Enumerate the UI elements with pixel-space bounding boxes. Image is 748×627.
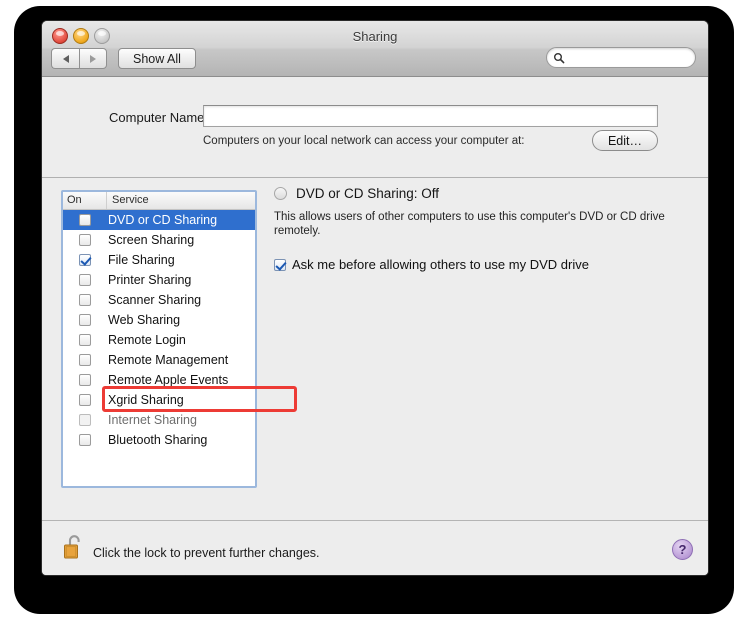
service-row[interactable]: Remote Login xyxy=(63,330,255,350)
service-checkbox-cell[interactable] xyxy=(63,254,107,266)
service-checkbox-cell[interactable] xyxy=(63,274,107,286)
lock-open-icon[interactable] xyxy=(63,533,87,561)
help-button-label: ? xyxy=(678,542,687,557)
service-checkbox-cell[interactable] xyxy=(63,414,107,426)
edit-button[interactable]: Edit… xyxy=(592,130,658,151)
service-checkbox-cell[interactable] xyxy=(63,374,107,386)
ask-before-allowing-checkbox[interactable] xyxy=(274,258,286,271)
service-list[interactable]: On Service DVD or CD Sharing Screen Shari… xyxy=(61,190,257,488)
service-checkbox[interactable] xyxy=(79,334,91,346)
service-row[interactable]: DVD or CD Sharing xyxy=(63,210,255,230)
search-field[interactable] xyxy=(546,47,696,68)
service-label: File Sharing xyxy=(108,253,175,267)
service-label: Printer Sharing xyxy=(108,273,192,287)
service-label: DVD or CD Sharing xyxy=(108,213,218,227)
network-access-hint: Computers on your local network can acce… xyxy=(203,135,525,147)
show-all-button[interactable]: Show All xyxy=(118,48,196,69)
service-checkbox-cell[interactable] xyxy=(63,234,107,246)
service-checkbox-cell[interactable] xyxy=(63,434,107,446)
service-checkbox-cell[interactable] xyxy=(63,314,107,326)
service-label: Remote Login xyxy=(108,333,186,347)
status-indicator-icon xyxy=(274,187,287,200)
service-checkbox-cell[interactable] xyxy=(63,334,107,346)
service-label: Remote Apple Events xyxy=(108,373,229,387)
service-checkbox[interactable] xyxy=(79,294,91,306)
service-list-header: On Service xyxy=(63,192,255,210)
triangle-right-icon xyxy=(90,54,96,63)
help-button[interactable]: ? xyxy=(672,539,693,560)
service-checkbox[interactable] xyxy=(79,254,91,266)
window-title: Sharing xyxy=(352,29,398,44)
service-row[interactable]: Xgrid Sharing xyxy=(63,390,255,410)
back-button[interactable] xyxy=(51,48,79,69)
service-checkbox-cell[interactable] xyxy=(63,354,107,366)
forward-button[interactable] xyxy=(79,48,107,69)
service-rows: DVD or CD Sharing Screen Sharing File Shar… xyxy=(63,210,255,450)
computer-name-label: Computer Name: xyxy=(109,110,208,125)
service-checkbox[interactable] xyxy=(79,214,91,226)
lock-instruction-text: Click the lock to prevent further change… xyxy=(93,546,320,560)
service-description: This allows users of other computers to … xyxy=(274,211,665,237)
sharing-content: On Service DVD or CD Sharing Screen Shari… xyxy=(42,178,708,520)
ask-before-allowing-label: Ask me before allowing others to use my … xyxy=(292,257,589,272)
service-checkbox[interactable] xyxy=(79,354,91,366)
service-detail-panel: DVD or CD Sharing: Off This allows users… xyxy=(274,186,694,272)
service-checkbox[interactable] xyxy=(79,314,91,326)
service-row[interactable]: Bluetooth Sharing xyxy=(63,430,255,450)
window-titlebar: Sharing Show All xyxy=(42,21,708,77)
edit-button-label: Edit… xyxy=(607,133,643,148)
show-all-label: Show All xyxy=(133,51,181,66)
service-row[interactable]: Remote Management xyxy=(63,350,255,370)
service-row[interactable]: File Sharing xyxy=(63,250,255,270)
search-input[interactable] xyxy=(568,50,692,65)
service-status-text: DVD or CD Sharing: Off xyxy=(296,186,440,201)
service-label: Web Sharing xyxy=(108,313,181,327)
service-row[interactable]: Printer Sharing xyxy=(63,270,255,290)
window-bottom-bar: Click the lock to prevent further change… xyxy=(42,520,708,575)
service-checkbox-cell[interactable] xyxy=(63,214,107,226)
triangle-left-icon xyxy=(62,54,69,63)
service-row[interactable]: Scanner Sharing xyxy=(63,290,255,310)
service-checkbox-cell[interactable] xyxy=(63,394,107,406)
service-label: Bluetooth Sharing xyxy=(108,433,208,447)
computer-name-pane: Computer Name: Computers on your local n… xyxy=(42,77,708,178)
ask-before-allowing-row[interactable]: Ask me before allowing others to use my … xyxy=(274,257,694,272)
service-label: Scanner Sharing xyxy=(108,293,202,307)
computer-name-input[interactable] xyxy=(203,105,658,127)
service-row[interactable]: Remote Apple Events xyxy=(63,370,255,390)
service-row[interactable]: Screen Sharing xyxy=(63,230,255,250)
sharing-preferences-window: Sharing Show All Computer Name: Computer… xyxy=(41,20,709,576)
service-row[interactable]: Web Sharing xyxy=(63,310,255,330)
service-checkbox[interactable] xyxy=(79,394,91,406)
service-checkbox[interactable] xyxy=(79,234,91,246)
service-status-line: DVD or CD Sharing: Off xyxy=(274,186,694,201)
service-label: Xgrid Sharing xyxy=(108,393,184,407)
service-label: Screen Sharing xyxy=(108,233,195,247)
service-row[interactable]: Internet Sharing xyxy=(63,410,255,430)
service-label: Remote Management xyxy=(108,353,229,367)
search-icon xyxy=(554,52,565,63)
service-checkbox-cell[interactable] xyxy=(63,294,107,306)
service-checkbox[interactable] xyxy=(79,274,91,286)
service-checkbox[interactable] xyxy=(79,374,91,386)
service-checkbox[interactable] xyxy=(79,414,91,426)
service-label: Internet Sharing xyxy=(108,413,197,427)
service-checkbox[interactable] xyxy=(79,434,91,446)
navigation-buttons xyxy=(51,48,107,69)
column-header-on: On xyxy=(63,192,107,209)
column-header-service: Service xyxy=(112,194,149,206)
